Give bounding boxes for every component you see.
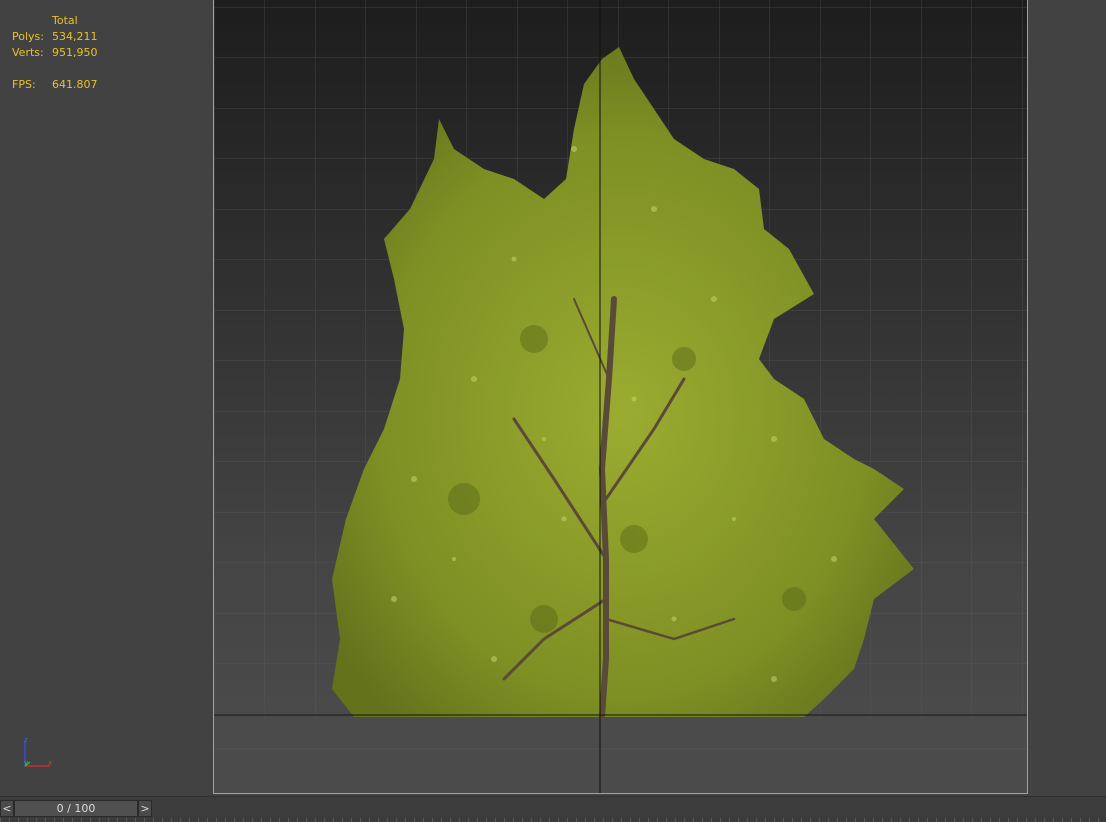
time-slider[interactable]: 0 / 100 (14, 800, 138, 817)
stats-header: Total (52, 14, 78, 27)
verts-label: Verts: (12, 46, 44, 59)
verts-value: 951,950 (52, 46, 98, 59)
viewport-statistics: Total Polys: 534,211 Verts: 951,950 FPS: 64… (12, 13, 98, 93)
safe-frame[interactable] (213, 0, 1028, 794)
axis-y-label: y (24, 759, 28, 767)
polys-value: 534,211 (52, 30, 98, 43)
track-bar[interactable] (0, 818, 1106, 822)
time-slider-bar: < 0 / 100 > (0, 796, 1106, 822)
ground-plane (214, 717, 1027, 793)
scene-canvas (214, 0, 1027, 793)
axis-x-label: x (48, 759, 52, 767)
fps-label: FPS: (12, 78, 36, 91)
polys-label: Polys: (12, 30, 44, 43)
next-frame-button[interactable]: > (138, 800, 152, 817)
fps-value: 641.807 (52, 78, 98, 91)
previous-frame-button[interactable]: < (0, 800, 14, 817)
axis-z-label: z (24, 736, 28, 744)
axis-tripod: z y x (20, 734, 60, 778)
